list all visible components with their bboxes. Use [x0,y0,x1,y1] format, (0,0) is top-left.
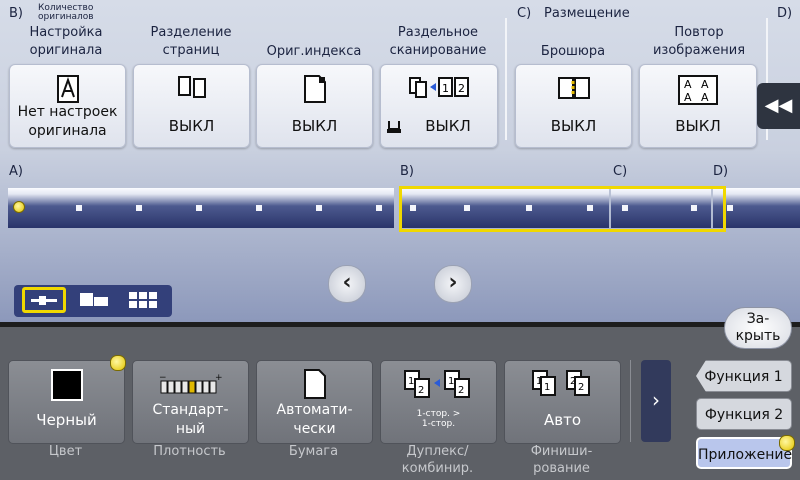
separate-scan-value: ВЫКЛ [425,117,471,135]
svg-text:A: A [701,91,709,104]
position-d-label: D) [713,164,729,179]
position-track-d[interactable] [713,188,800,228]
color-button[interactable]: Черный [8,360,125,444]
svg-text:2: 2 [418,385,424,396]
status-indicator [110,355,126,371]
duplex-icon: 1 2 1 2 [403,370,470,398]
density-button[interactable]: − + Стандарт- ный [132,360,249,444]
image-repeat-value: ВЫКЛ [675,117,721,135]
section-c-label: C) [517,6,532,21]
separate-scan-button[interactable]: 12 ВЫКЛ [380,64,498,148]
view-slider-button[interactable] [22,287,66,313]
density-scale-icon: − + [159,373,222,394]
view-grid-button[interactable] [122,287,166,313]
paper-caption: Бумага [288,444,339,459]
position-tick [76,205,82,211]
svg-text:A: A [684,91,692,104]
close-button-label: За- крыть [735,311,781,344]
svg-text:1: 1 [544,382,550,393]
image-repeat-button[interactable]: A A A A ВЫКЛ [639,64,757,148]
visible-range-highlight [399,186,726,232]
function-panel: B) Количество оригиналов C) Размещение D… [0,0,800,326]
original-count-label: Количество оригиналов [38,3,94,22]
image-repeat-title: Повтор изображения [652,25,746,58]
duplex-value: 1-стор. > 1-стор. [416,409,461,429]
booklet-button[interactable]: ВЫКЛ [515,64,632,148]
page-separation-button[interactable]: ВЫКЛ [133,64,250,148]
separate-scan-icon: 12 [409,77,469,98]
svg-text:1: 1 [408,376,414,387]
position-tick [376,205,382,211]
tab-function-2[interactable]: Функция 2 [696,398,792,430]
svg-text:1: 1 [442,82,449,95]
view-mode-selector [14,285,172,317]
current-position-marker [13,201,25,213]
paper-value: Автомати- чески [276,402,353,437]
position-track-a[interactable] [8,188,394,228]
index-original-button[interactable]: ВЫКЛ [256,64,373,148]
close-button[interactable]: За- крыть [724,307,792,349]
image-repeat-icon: A A A A [678,75,718,105]
original-setting-button[interactable]: Нет настроек оригинала [9,64,126,148]
status-indicator [779,435,795,451]
position-b-label: B) [400,164,414,179]
index-original-value: ВЫКЛ [291,117,338,135]
tab-application[interactable]: Приложение [696,437,792,469]
density-value: Стандарт- ный [152,402,229,437]
paper-icon [303,369,326,399]
quick-divider [630,360,631,442]
finishing-value: Авто [543,411,582,429]
booklet-icon [557,77,590,99]
page-separation-icon [177,76,206,98]
booklet-value: ВЫКЛ [550,117,597,135]
view-list-button[interactable] [72,287,116,313]
svg-text:A: A [701,78,709,91]
duplex-caption: Дуплекс/ комбинир. [401,444,474,476]
position-tick [136,205,142,211]
scroll-left-arrow[interactable]: ◀◀ [757,83,800,129]
svg-text:A: A [684,78,692,91]
section-c-title: Размещение [544,6,630,21]
prev-page-button[interactable]: ‹ [328,265,366,303]
position-tick [196,205,202,211]
svg-text:2: 2 [458,82,465,95]
slider-view-icon [31,296,57,305]
position-tick [316,205,322,211]
color-caption: Цвет [48,444,83,459]
svg-text:1: 1 [448,376,454,387]
paper-button[interactable]: Автомати- чески [256,360,373,444]
more-settings-arrow[interactable]: › [641,360,671,442]
separate-scan-title: Раздельное сканирование [389,25,487,58]
grid-view-icon [129,292,157,308]
position-tick [256,205,262,211]
index-original-icon [303,75,326,103]
finishing-icon: 1 1 2 2 [531,370,590,396]
tab-function-1[interactable]: Функция 1 [696,360,792,392]
index-original-title: Ориг.индекса [266,44,362,59]
svg-text:2: 2 [458,385,464,396]
section-b-label: B) [9,6,23,21]
density-caption: Плотность [153,444,226,459]
original-setting-value: Нет настроек оригинала [17,104,118,139]
duplex-button[interactable]: 1 2 1 2 1-стор. > 1-стор. [380,360,497,444]
page-separation-value: ВЫКЛ [168,117,215,135]
section-divider [505,18,507,140]
next-page-button[interactable]: › [434,265,472,303]
black-square-icon [50,369,83,401]
position-c-label: C) [613,164,628,179]
list-view-icon [80,293,108,306]
finishing-button[interactable]: 1 1 2 2 Авто [504,360,621,444]
position-tick [727,205,733,211]
position-a-label: A) [9,164,23,179]
page-separation-title: Разделение страниц [150,25,232,58]
svg-text:2: 2 [578,382,584,393]
booklet-title: Брошюра [540,44,606,59]
finishing-caption: Финиши- рование [530,444,593,476]
section-d-label: D) [777,6,793,21]
color-value: Черный [36,411,97,429]
original-setting-icon [56,75,79,103]
original-setting-title: Настройка оригинала [29,25,103,58]
